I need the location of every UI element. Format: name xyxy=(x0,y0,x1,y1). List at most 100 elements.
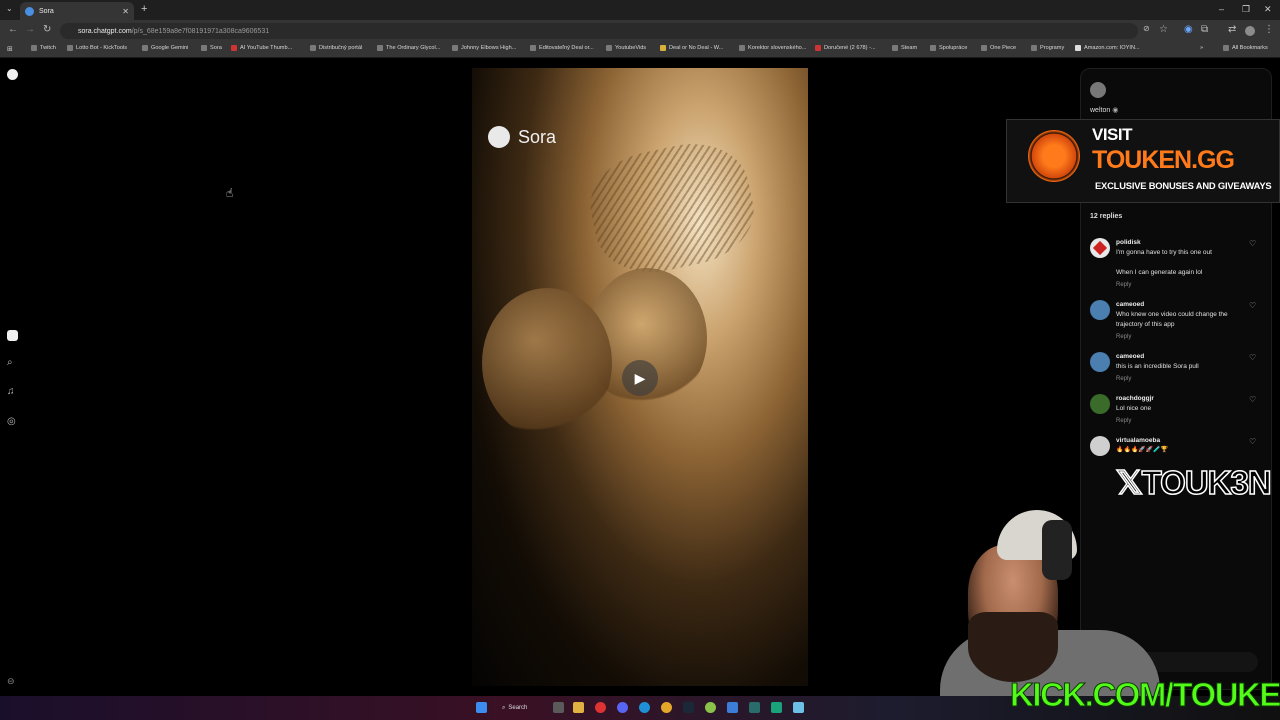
more-bookmarks-icon[interactable]: » xyxy=(1200,45,1203,51)
eye-off-icon[interactable]: ⊘ xyxy=(1143,24,1150,33)
bookmark-item[interactable]: Johnny Elbows High... xyxy=(452,45,516,51)
bookmark-item[interactable]: Google Gemini xyxy=(142,45,188,51)
bookmark-item[interactable]: Distribučný portál xyxy=(310,45,362,51)
bookmark-item[interactable]: Deal or No Deal - W... xyxy=(660,45,723,51)
replies-count: 12 replies xyxy=(1090,213,1123,220)
folder-icon xyxy=(930,45,936,51)
all-bookmarks[interactable]: All Bookmarks xyxy=(1223,45,1268,51)
app-icon[interactable] xyxy=(749,702,760,713)
notifications-bell-icon[interactable]: ♫ xyxy=(7,386,15,397)
comment-username[interactable]: roachdoggjr xyxy=(1116,395,1154,402)
restore-icon[interactable]: ❐ xyxy=(1242,4,1250,15)
edge-icon[interactable] xyxy=(639,702,650,713)
back-icon[interactable]: ← xyxy=(8,24,18,35)
bookmark-favicon-icon xyxy=(310,45,316,51)
bookmark-item[interactable]: One Piece xyxy=(981,45,1016,51)
url-field[interactable]: sora.chatgpt.com /p/s_68e159a8e7f0819197… xyxy=(60,23,1138,39)
webcam-streamer-beard xyxy=(968,612,1058,682)
bookmark-item[interactable]: Doručené (2 678) -... xyxy=(815,45,876,51)
author-avatar[interactable] xyxy=(1090,82,1106,98)
bookmark-item[interactable]: AI YouTube Thumb... xyxy=(231,45,292,51)
like-heart-icon[interactable]: ♡ xyxy=(1249,239,1256,248)
taskbar-search[interactable]: ⌕ Search xyxy=(502,702,527,714)
comment-username[interactable]: virtualamoeba xyxy=(1116,437,1160,444)
profile-avatar[interactable] xyxy=(1245,26,1255,36)
reply-link[interactable]: Reply xyxy=(1116,418,1131,424)
audio-icon[interactable]: ◉ xyxy=(1184,24,1193,35)
sora-logo-icon[interactable] xyxy=(7,69,18,80)
profile-icon[interactable]: ◎ xyxy=(7,416,16,427)
extensions-icon[interactable]: ⧉ xyxy=(1201,24,1208,35)
bookmark-item[interactable]: Sora xyxy=(201,45,222,51)
bookmark-item[interactable]: Programy xyxy=(1031,45,1064,51)
comment-avatar[interactable] xyxy=(1090,300,1110,320)
like-heart-icon[interactable]: ♡ xyxy=(1249,437,1256,446)
bookmark-item[interactable]: The Ordinary Glycol... xyxy=(377,45,440,51)
author-name[interactable]: welton ◉ xyxy=(1090,106,1118,114)
task-view-icon[interactable] xyxy=(553,702,564,713)
app-icon[interactable] xyxy=(595,702,606,713)
notepad-icon[interactable] xyxy=(793,702,804,713)
bookmark-item[interactable]: Spolupráce xyxy=(930,45,967,51)
like-heart-icon[interactable]: ♡ xyxy=(1249,301,1256,310)
bookmark-favicon-icon xyxy=(452,45,458,51)
browser-tab-bar xyxy=(0,0,1280,20)
comment-text: Lol nice one xyxy=(1116,405,1152,412)
apps-grid-icon[interactable]: ⊞ xyxy=(7,45,13,53)
sora-ghost-icon xyxy=(488,126,510,148)
verified-icon: ◉ xyxy=(1112,107,1119,114)
app-icon[interactable] xyxy=(705,702,716,713)
folder-icon xyxy=(1031,45,1037,51)
reply-link[interactable]: Reply xyxy=(1116,334,1131,340)
comment-username[interactable]: cameoed xyxy=(1116,353,1144,360)
bookmark-item[interactable]: Twitch xyxy=(31,45,56,51)
start-icon[interactable] xyxy=(476,702,487,713)
comment-avatar[interactable] xyxy=(1090,436,1110,456)
chrome-icon[interactable] xyxy=(661,702,672,713)
webcam-streamer-cap xyxy=(1042,520,1072,580)
like-heart-icon[interactable]: ♡ xyxy=(1249,353,1256,362)
steam-icon[interactable] xyxy=(683,702,694,713)
close-window-icon[interactable]: ✕ xyxy=(1264,4,1272,15)
tab-list-icon[interactable]: ⌄ xyxy=(6,4,13,13)
sora-watermark: Sora xyxy=(488,126,556,148)
bookmark-item[interactable]: YoutubeVids xyxy=(606,45,646,51)
close-tab-icon[interactable]: ✕ xyxy=(122,7,129,16)
search-icon[interactable]: ⌕ xyxy=(7,357,13,368)
app-icon[interactable] xyxy=(727,702,738,713)
bookmark-star-icon[interactable]: ☆ xyxy=(1159,24,1168,35)
comment-emojis: 🔥🔥🔥🚀🚀🧪🏆 xyxy=(1116,447,1169,453)
new-tab-icon[interactable]: + xyxy=(141,3,147,15)
bookmark-item[interactable]: Lotto Bot - KickTools xyxy=(67,45,127,51)
comment-username[interactable]: polidisk xyxy=(1116,239,1141,246)
home-icon[interactable] xyxy=(7,330,18,341)
bookmark-favicon-icon xyxy=(201,45,207,51)
comment-avatar[interactable] xyxy=(1090,352,1110,372)
like-heart-icon[interactable]: ♡ xyxy=(1249,395,1256,404)
comment-username[interactable]: cameoed xyxy=(1116,301,1144,308)
bookmark-item[interactable]: Korektor slovenského... xyxy=(739,45,806,51)
bookmark-item[interactable]: Amazon.com: IOYIN... xyxy=(1075,45,1140,51)
comment-avatar[interactable] xyxy=(1090,394,1110,414)
file-explorer-icon[interactable] xyxy=(573,702,584,713)
discord-icon[interactable] xyxy=(617,702,628,713)
video-player[interactable]: Sora ▶ xyxy=(472,68,808,686)
bookmark-item[interactable]: Editovateľný Deal or... xyxy=(530,45,594,51)
bookmark-favicon-icon xyxy=(660,45,666,51)
browser-tab[interactable]: Sora ✕ xyxy=(20,2,134,20)
profile-switch-icon[interactable]: ⇄ xyxy=(1228,24,1236,35)
folder-icon xyxy=(892,45,898,51)
app-icon[interactable] xyxy=(771,702,782,713)
minimize-icon[interactable]: – xyxy=(1219,4,1224,14)
play-button[interactable]: ▶ xyxy=(622,360,658,396)
touken-coin-logo xyxy=(1028,130,1080,182)
reload-icon[interactable]: ↻ xyxy=(43,24,51,35)
forward-icon[interactable]: → xyxy=(25,24,35,35)
tab-title: Sora xyxy=(39,7,54,15)
bookmark-item[interactable]: Steam xyxy=(892,45,917,51)
menu-kebab-icon[interactable]: ⋮ xyxy=(1264,24,1274,35)
settings-icon[interactable]: ⊖ xyxy=(7,676,15,687)
reply-link[interactable]: Reply xyxy=(1116,376,1131,382)
folder-icon xyxy=(1223,45,1229,51)
reply-link[interactable]: Reply xyxy=(1116,282,1131,288)
